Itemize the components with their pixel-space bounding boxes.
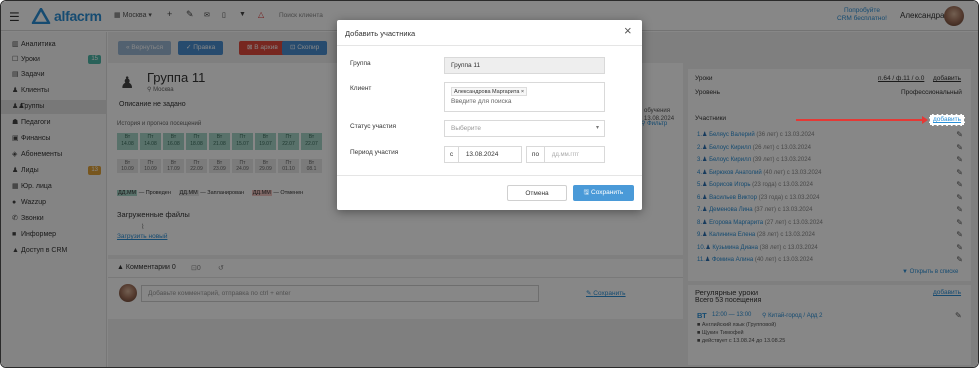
client-field-label: Клиент: [350, 85, 372, 92]
app-window: ☰ alfacrm ▦ Москва ▾ + ✎ ✉ ▯ ▼ △ Поиск к…: [0, 0, 979, 368]
period-to-field[interactable]: по дд.мм.гггг: [526, 146, 605, 163]
client-chip-label: Александрова Маргарита: [454, 89, 520, 95]
status-select[interactable]: Выберите ▾: [444, 120, 605, 137]
group-field: Группа 11: [444, 57, 605, 74]
period-from-value: 13.08.2024: [465, 151, 499, 158]
cancel-button[interactable]: Отмена: [507, 185, 567, 201]
save-button-label: Сохранить: [591, 189, 624, 196]
chip-remove-icon[interactable]: ×: [521, 89, 524, 95]
participants-add-highlight: добавить: [929, 114, 965, 126]
modal-title: Добавить участника: [345, 29, 416, 38]
status-select-value: Выберите: [451, 125, 482, 132]
period-to-placeholder: дд.мм.гггг: [551, 152, 580, 158]
period-field-label: Период участия: [350, 149, 399, 156]
participants-add-link[interactable]: добавить: [933, 116, 961, 123]
save-button[interactable]: 🖫 Сохранить: [573, 185, 634, 201]
client-field[interactable]: Александрова Маргарита × Введите для пои…: [444, 82, 605, 112]
close-icon[interactable]: ×: [624, 23, 632, 38]
group-field-label: Группа: [350, 60, 371, 67]
modal-header-divider: [337, 45, 642, 46]
red-arrow: [796, 116, 928, 124]
chevron-down-icon: ▾: [595, 125, 599, 131]
from-prefix: с: [445, 147, 459, 162]
status-field-label: Статус участия: [350, 123, 396, 130]
add-participant-modal: Добавить участника × Группа Группа 11 Кл…: [337, 20, 642, 210]
to-prefix: по: [527, 147, 545, 162]
period-from-field[interactable]: с 13.08.2024: [444, 146, 522, 163]
client-chip: Александрова Маргарита ×: [451, 87, 528, 96]
client-search-placeholder[interactable]: Введите для поиска: [451, 98, 604, 105]
modal-footer-divider: [337, 175, 642, 176]
